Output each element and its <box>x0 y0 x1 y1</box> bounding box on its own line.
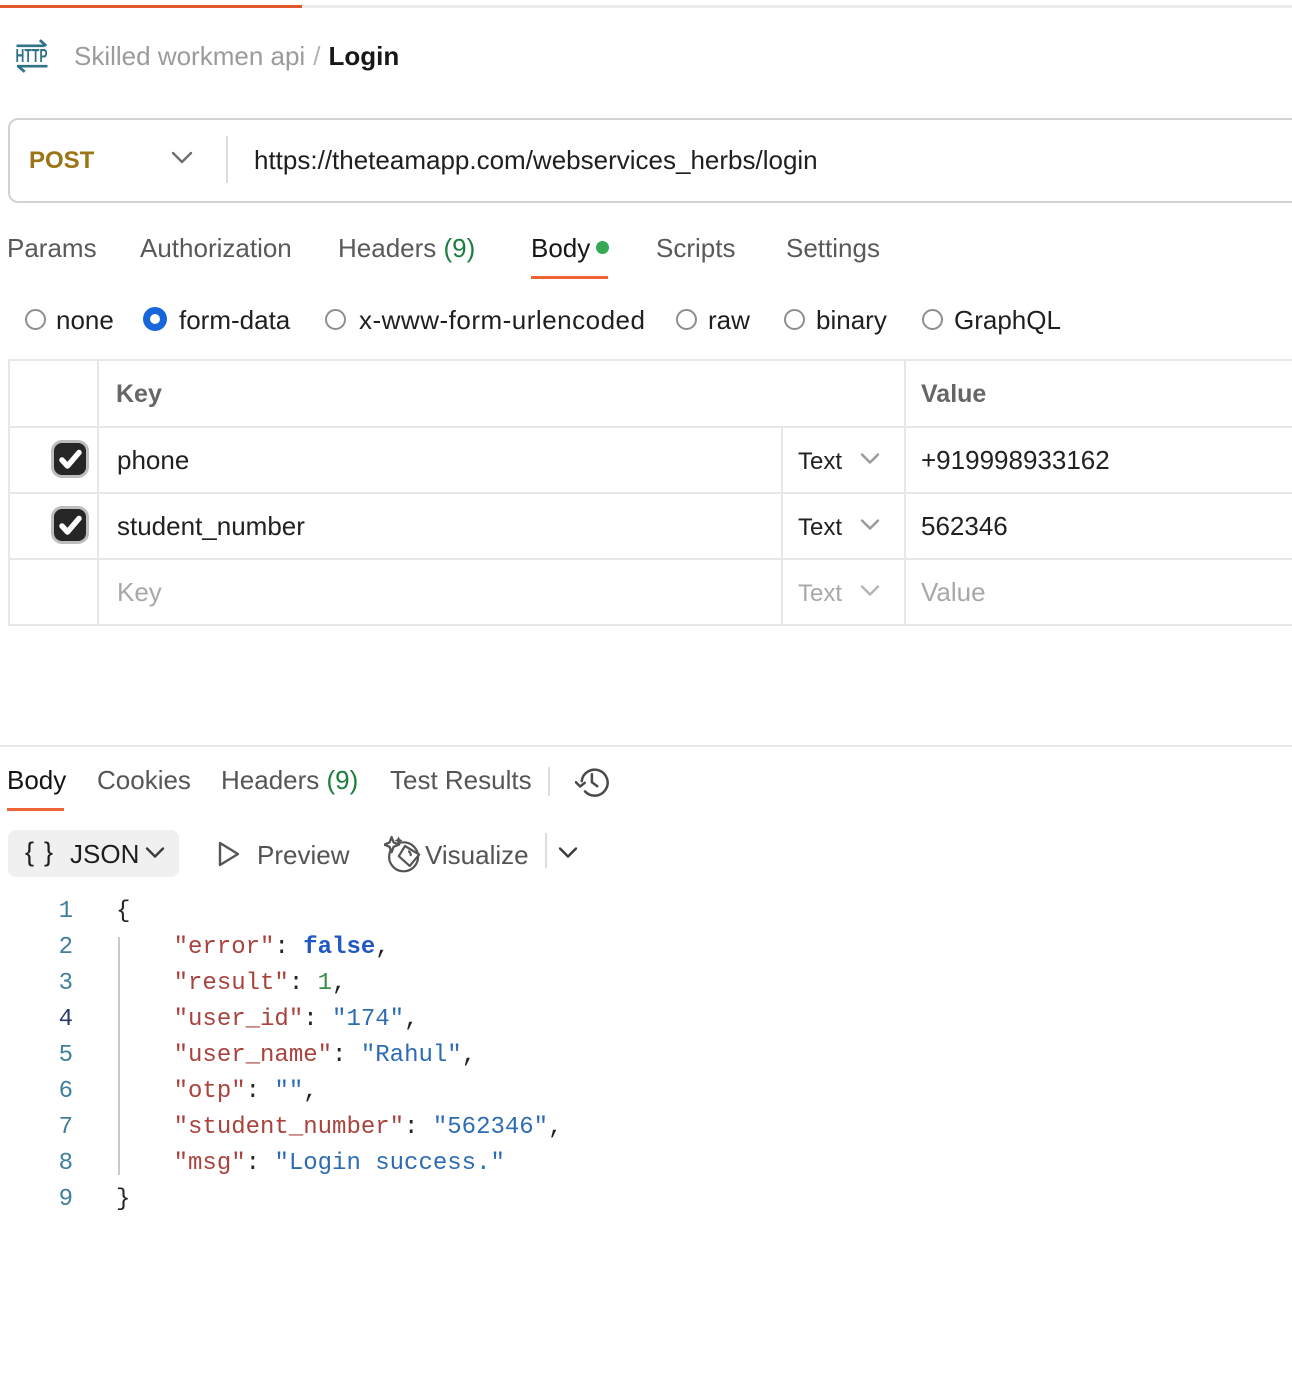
svg-text:HTTP: HTTP <box>16 45 48 66</box>
